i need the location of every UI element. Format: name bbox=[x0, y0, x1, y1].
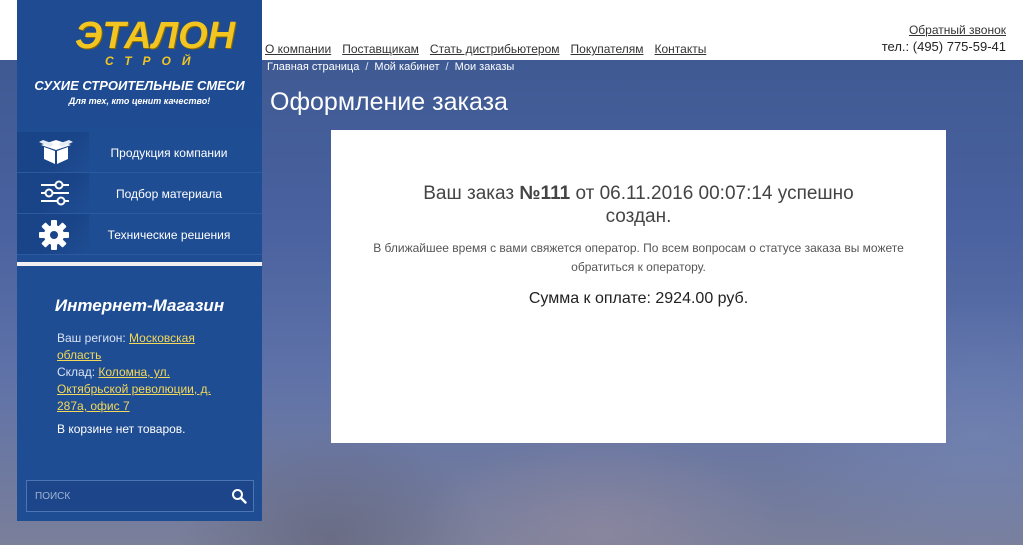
order-date-text: от 06.11.2016 00:07:14 успешно создан. bbox=[575, 183, 854, 227]
sidebar: ЭТАЛОН СТРОЙ СУХИЕ СТРОИТЕЛЬНЫЕ СМЕСИ Дл… bbox=[17, 0, 262, 521]
nav-buyers[interactable]: Покупателям bbox=[571, 42, 644, 56]
sliders-icon bbox=[17, 173, 89, 213]
breadcrumb: Главная страница / Мой кабинет / Мои зак… bbox=[267, 61, 514, 73]
logo-wordmark: ЭТАЛОН СТРОЙ bbox=[75, 16, 235, 68]
order-note: В ближайшее время с вами свяжется операт… bbox=[373, 241, 904, 274]
order-number: №111 bbox=[519, 183, 571, 204]
menu-item-label: Технические решения bbox=[107, 228, 231, 242]
shop-info: Ваш регион: Московская область Склад: Ко… bbox=[57, 330, 227, 415]
breadcrumb-separator: / bbox=[365, 61, 369, 73]
gear-icon bbox=[17, 214, 89, 254]
menu-item-products[interactable]: Продукция компании bbox=[17, 132, 262, 173]
nav-suppliers[interactable]: Поставщикам bbox=[342, 42, 419, 56]
order-headline: Ваш заказ №111 от 06.11.2016 00:07:14 ус… bbox=[391, 182, 886, 228]
callback-link[interactable]: Обратный звонок bbox=[909, 23, 1006, 37]
shop-title: Интернет-Магазин bbox=[54, 296, 225, 315]
menu-item-solutions[interactable]: Технические решения bbox=[17, 214, 262, 255]
logo-main-text: ЭТАЛОН bbox=[75, 15, 236, 57]
breadcrumb-cabinet[interactable]: Мой кабинет bbox=[374, 61, 439, 73]
order-sum: Сумма к оплате: 2924.00 руб. bbox=[528, 290, 749, 307]
shop-panel: Интернет-Магазин Ваш регион: Московская … bbox=[17, 262, 262, 521]
product-menu: Продукция компании Подбор материала Техн… bbox=[17, 132, 262, 255]
order-prefix: Ваш заказ bbox=[423, 183, 515, 204]
menu-item-material[interactable]: Подбор материала bbox=[17, 173, 262, 214]
search-box bbox=[26, 480, 254, 512]
search-input[interactable] bbox=[27, 481, 222, 511]
logo-tagline: СУХИЕ СТРОИТЕЛЬНЫЕ СМЕСИ bbox=[34, 78, 245, 93]
nav-about[interactable]: О компании bbox=[265, 42, 331, 56]
region-label: Ваш регион: bbox=[57, 331, 126, 345]
phone-number: тел.: (495) 775-59-41 bbox=[881, 39, 1006, 54]
breadcrumb-home[interactable]: Главная страница bbox=[267, 61, 359, 73]
nav-contacts[interactable]: Контакты bbox=[655, 42, 707, 56]
logo-sub-text: СТРОЙ bbox=[105, 54, 202, 68]
logo-slogan: Для тех, кто ценит качество! bbox=[68, 96, 211, 106]
warehouse-label: Склад: bbox=[57, 365, 96, 379]
menu-item-label: Продукция компании bbox=[110, 146, 228, 160]
nav-distributor[interactable]: Стать дистрибьютером bbox=[430, 42, 560, 56]
main-nav: О компании Поставщикам Стать дистрибьюте… bbox=[265, 42, 706, 56]
order-confirmation-card: Ваш заказ №111 от 06.11.2016 00:07:14 ус… bbox=[331, 130, 946, 443]
breadcrumb-orders: Мои заказы bbox=[454, 61, 515, 73]
page-title: Оформление заказа bbox=[270, 88, 508, 116]
search-icon[interactable] bbox=[231, 488, 247, 504]
box-icon bbox=[17, 132, 89, 172]
breadcrumb-separator: / bbox=[445, 61, 449, 73]
cart-status: В корзине нет товаров. bbox=[57, 422, 186, 436]
menu-item-label: Подбор материала bbox=[115, 187, 222, 201]
logo[interactable]: ЭТАЛОН СТРОЙ СУХИЕ СТРОИТЕЛЬНЫЕ СМЕСИ Дл… bbox=[17, 0, 262, 128]
